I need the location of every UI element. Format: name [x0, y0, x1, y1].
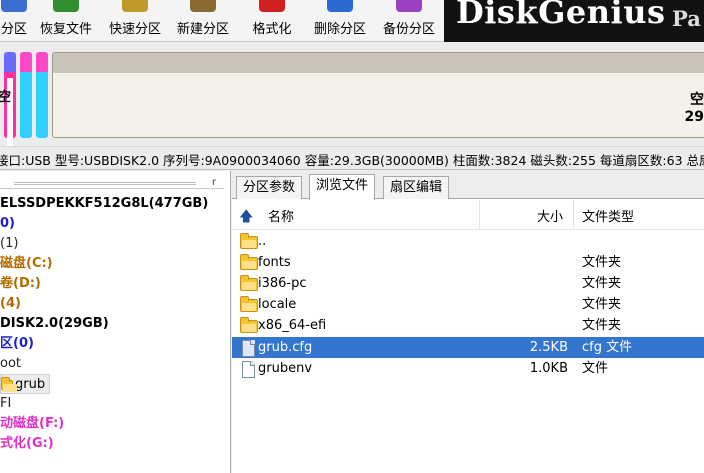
folder-icon: [240, 275, 260, 292]
folder-icon: [1, 377, 17, 392]
tree-horizontal-scrollbar[interactable]: r: [0, 177, 224, 189]
column-divider[interactable]: [479, 200, 480, 230]
brand-banner: DiskGenius Pa: [444, 0, 704, 42]
tree-node-label: grub: [15, 377, 46, 392]
column-name[interactable]: 名称: [268, 206, 294, 225]
column-size[interactable]: 大小: [537, 206, 563, 225]
file-name: locale: [258, 297, 297, 312]
tab-bar: 分区参数 浏览文件 扇区编辑: [232, 171, 704, 200]
file-type: 文件夹: [582, 276, 622, 291]
file-size: 1.0KB: [529, 361, 568, 376]
quick-partition-icon: [122, 0, 148, 12]
tab-partition-params[interactable]: 分区参数: [236, 176, 303, 199]
delete-partition-icon: [327, 0, 353, 12]
file-row-i386-pc[interactable]: i386-pc 文件夹: [232, 273, 704, 294]
file-type: 文件夹: [582, 318, 622, 333]
tree-node-partition1[interactable]: (1): [0, 234, 18, 254]
partition-bar-2[interactable]: [20, 52, 32, 138]
delete-partition-button[interactable]: 删除分区: [308, 0, 372, 42]
tree-node-drive-c[interactable]: 磁盘(C:): [0, 254, 53, 274]
tree-node-efi-folder[interactable]: FI: [0, 394, 11, 414]
recover-file-icon: [53, 0, 79, 12]
column-type[interactable]: 文件类型: [582, 206, 634, 225]
disk-info-bar: 接口:USB 型号:USBDISK2.0 序列号:9A0900034060 容量…: [0, 146, 704, 170]
toolbar-label: 格式化: [252, 22, 292, 37]
toolbar-label: 备份分区: [382, 22, 435, 37]
free-space-size: 29: [684, 109, 704, 125]
sort-up-icon[interactable]: 🡅: [239, 206, 253, 230]
folder-icon: [240, 254, 260, 271]
disk-tree: r ELSSDPEKKF512G8L(477GB) 0) (1) 磁盘(C:) …: [0, 171, 231, 473]
file-row-parent[interactable]: ..: [232, 231, 704, 252]
partition-button[interactable]: 分区: [0, 0, 34, 42]
file-row-x86_64-efi[interactable]: x86_64-efi 文件夹: [232, 315, 704, 336]
file-name: ..: [258, 234, 267, 249]
file-row-grub-cfg[interactable]: grub.cfg 2.5KB cfg 文件: [232, 337, 704, 358]
tree-node-drive-f[interactable]: 动磁盘(F:): [0, 414, 64, 434]
folder-icon: [240, 296, 260, 313]
tree-node-drive-g[interactable]: 式化(G:): [0, 434, 54, 454]
scroll-right-button[interactable]: r: [206, 177, 222, 188]
file-icon: [240, 360, 260, 378]
toolbar: 分区 恢复文件 快速分区 新建分区 格式化 删除分区 备份分区 DiskGeni…: [0, 0, 704, 42]
tree-node-partition0[interactable]: 0): [0, 214, 15, 234]
tab-browse-files[interactable]: 浏览文件: [309, 174, 376, 200]
new-partition-button[interactable]: 新建分区: [171, 0, 235, 42]
file-row-grubenv[interactable]: grubenv 1.0KB 文件: [232, 358, 704, 379]
file-type: 文件夹: [582, 297, 622, 312]
quick-partition-button[interactable]: 快速分区: [103, 0, 167, 42]
toolbar-label: 恢复文件: [39, 22, 92, 37]
file-row-fonts[interactable]: fonts 文件夹: [232, 252, 704, 273]
tree-node-usbdisk[interactable]: DISK2.0(29GB): [0, 314, 109, 334]
file-name: i386-pc: [258, 276, 307, 291]
tree-node-disk0[interactable]: ELSSDPEKKF512G8L(477GB): [0, 194, 208, 214]
format-button[interactable]: 格式化: [243, 0, 301, 42]
format-icon: [259, 0, 285, 12]
tree-node-boot-folder[interactable]: oot: [0, 354, 21, 374]
disk-info-text: 接口:USB 型号:USBDISK2.0 序列号:9A0900034060 容量…: [0, 153, 704, 168]
tree-selection-highlight: grub: [0, 374, 51, 394]
file-icon: [240, 339, 260, 357]
file-type: cfg 文件: [582, 340, 633, 355]
tab-sector-edit[interactable]: 扇区编辑: [383, 176, 450, 199]
file-browser-pane: 分区参数 浏览文件 扇区编辑 🡅 名称 大小 文件类型 .. fonts 文件夹…: [232, 171, 704, 473]
file-name: fonts: [258, 255, 291, 270]
free-space-block[interactable]: 空 29: [52, 52, 704, 138]
free-space-header: [53, 53, 704, 73]
tree-node-usb-partition0[interactable]: 区(0): [0, 334, 34, 354]
backup-partition-button[interactable]: 备份分区: [377, 0, 441, 42]
file-type: 文件夹: [582, 255, 622, 270]
disk-map: 空 空 29: [0, 42, 704, 146]
folder-icon: [240, 317, 260, 334]
brand-subtitle: Pa: [672, 6, 701, 31]
file-name: grubenv: [258, 361, 313, 376]
toolbar-label: 删除分区: [313, 22, 366, 37]
column-divider[interactable]: [573, 200, 574, 230]
folder-icon: [240, 233, 260, 250]
backup-partition-icon: [396, 0, 422, 12]
file-size: 2.5KB: [529, 340, 568, 355]
disk-map-left-label: 空: [0, 90, 12, 105]
recover-file-button[interactable]: 恢复文件: [34, 0, 98, 42]
brand-title: DiskGenius: [456, 0, 666, 31]
file-type: 文件: [582, 361, 609, 376]
tree-node-drive-d[interactable]: 卷(D:): [0, 274, 41, 294]
file-name: grub.cfg: [258, 340, 313, 355]
toolbar-label: 分区: [0, 22, 27, 37]
new-partition-icon: [190, 0, 216, 12]
partition-icon: [1, 0, 27, 12]
toolbar-label: 新建分区: [176, 22, 229, 37]
scrollbar-track[interactable]: [14, 182, 196, 185]
file-row-locale[interactable]: locale 文件夹: [232, 294, 704, 315]
partition-bar-3[interactable]: [36, 52, 48, 138]
tree-node-partition4[interactable]: (4): [0, 294, 21, 314]
file-name: x86_64-efi: [258, 318, 327, 333]
toolbar-label: 快速分区: [108, 22, 161, 37]
file-list-header: 🡅 名称 大小 文件类型: [232, 200, 704, 230]
free-space-label: 空: [690, 92, 704, 108]
